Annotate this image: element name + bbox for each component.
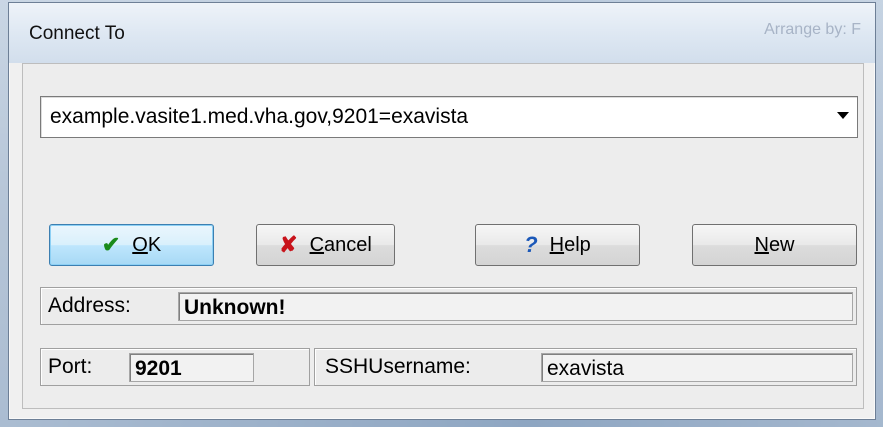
- background-window-text: Arrange by: F: [764, 21, 861, 38]
- new-button-label: New: [754, 234, 794, 257]
- connect-to-dialog: Connect To Arrange by: F example.vasite1…: [8, 2, 876, 420]
- address-label: Address:: [48, 294, 131, 317]
- title-bar[interactable]: Connect To Arrange by: F: [9, 3, 875, 63]
- chevron-down-icon[interactable]: [837, 112, 849, 119]
- port-panel: Port: 9201: [40, 348, 310, 386]
- help-label-rest: elp: [564, 233, 591, 256]
- address-field: Unknown!: [178, 292, 853, 321]
- new-accel-char: N: [754, 233, 769, 256]
- cancel-label-rest: ancel: [324, 233, 372, 256]
- new-button[interactable]: New: [692, 224, 857, 266]
- ssh-username-value: exavista: [547, 357, 625, 380]
- help-button-label: Help: [550, 234, 591, 257]
- server-select-value: example.vasite1.med.vha.gov,9201=exavist…: [50, 105, 469, 128]
- cancel-button-label: Cancel: [310, 234, 372, 257]
- cancel-button[interactable]: ✘ Cancel: [256, 224, 395, 266]
- ssh-username-label: SSHUsername:: [325, 355, 471, 378]
- window-title: Connect To: [29, 23, 125, 44]
- server-select[interactable]: example.vasite1.med.vha.gov,9201=exavist…: [40, 96, 858, 138]
- port-label: Port:: [48, 355, 93, 378]
- checkmark-icon: ✔: [101, 232, 121, 257]
- port-value: 9201: [135, 357, 182, 380]
- ssh-username-field: exavista: [541, 353, 853, 382]
- question-icon: ?: [524, 232, 538, 257]
- port-field: 9201: [129, 353, 254, 382]
- address-value: Unknown!: [184, 296, 286, 319]
- ok-accel-char: O: [132, 233, 148, 256]
- dialog-body: example.vasite1.med.vha.gov,9201=exavist…: [22, 63, 864, 409]
- help-button[interactable]: ? Help: [475, 224, 640, 266]
- cancel-accel-char: C: [309, 233, 325, 256]
- help-accel-char: H: [549, 233, 565, 256]
- ok-label-rest: K: [147, 233, 162, 256]
- new-label-rest: ew: [768, 233, 795, 256]
- ssh-panel: SSHUsername: exavista: [314, 348, 857, 386]
- address-panel: Address: Unknown!: [40, 287, 857, 325]
- ok-button-label: OK: [132, 234, 161, 257]
- ok-button[interactable]: ✔ OK: [49, 224, 214, 266]
- x-icon: ✘: [279, 232, 298, 257]
